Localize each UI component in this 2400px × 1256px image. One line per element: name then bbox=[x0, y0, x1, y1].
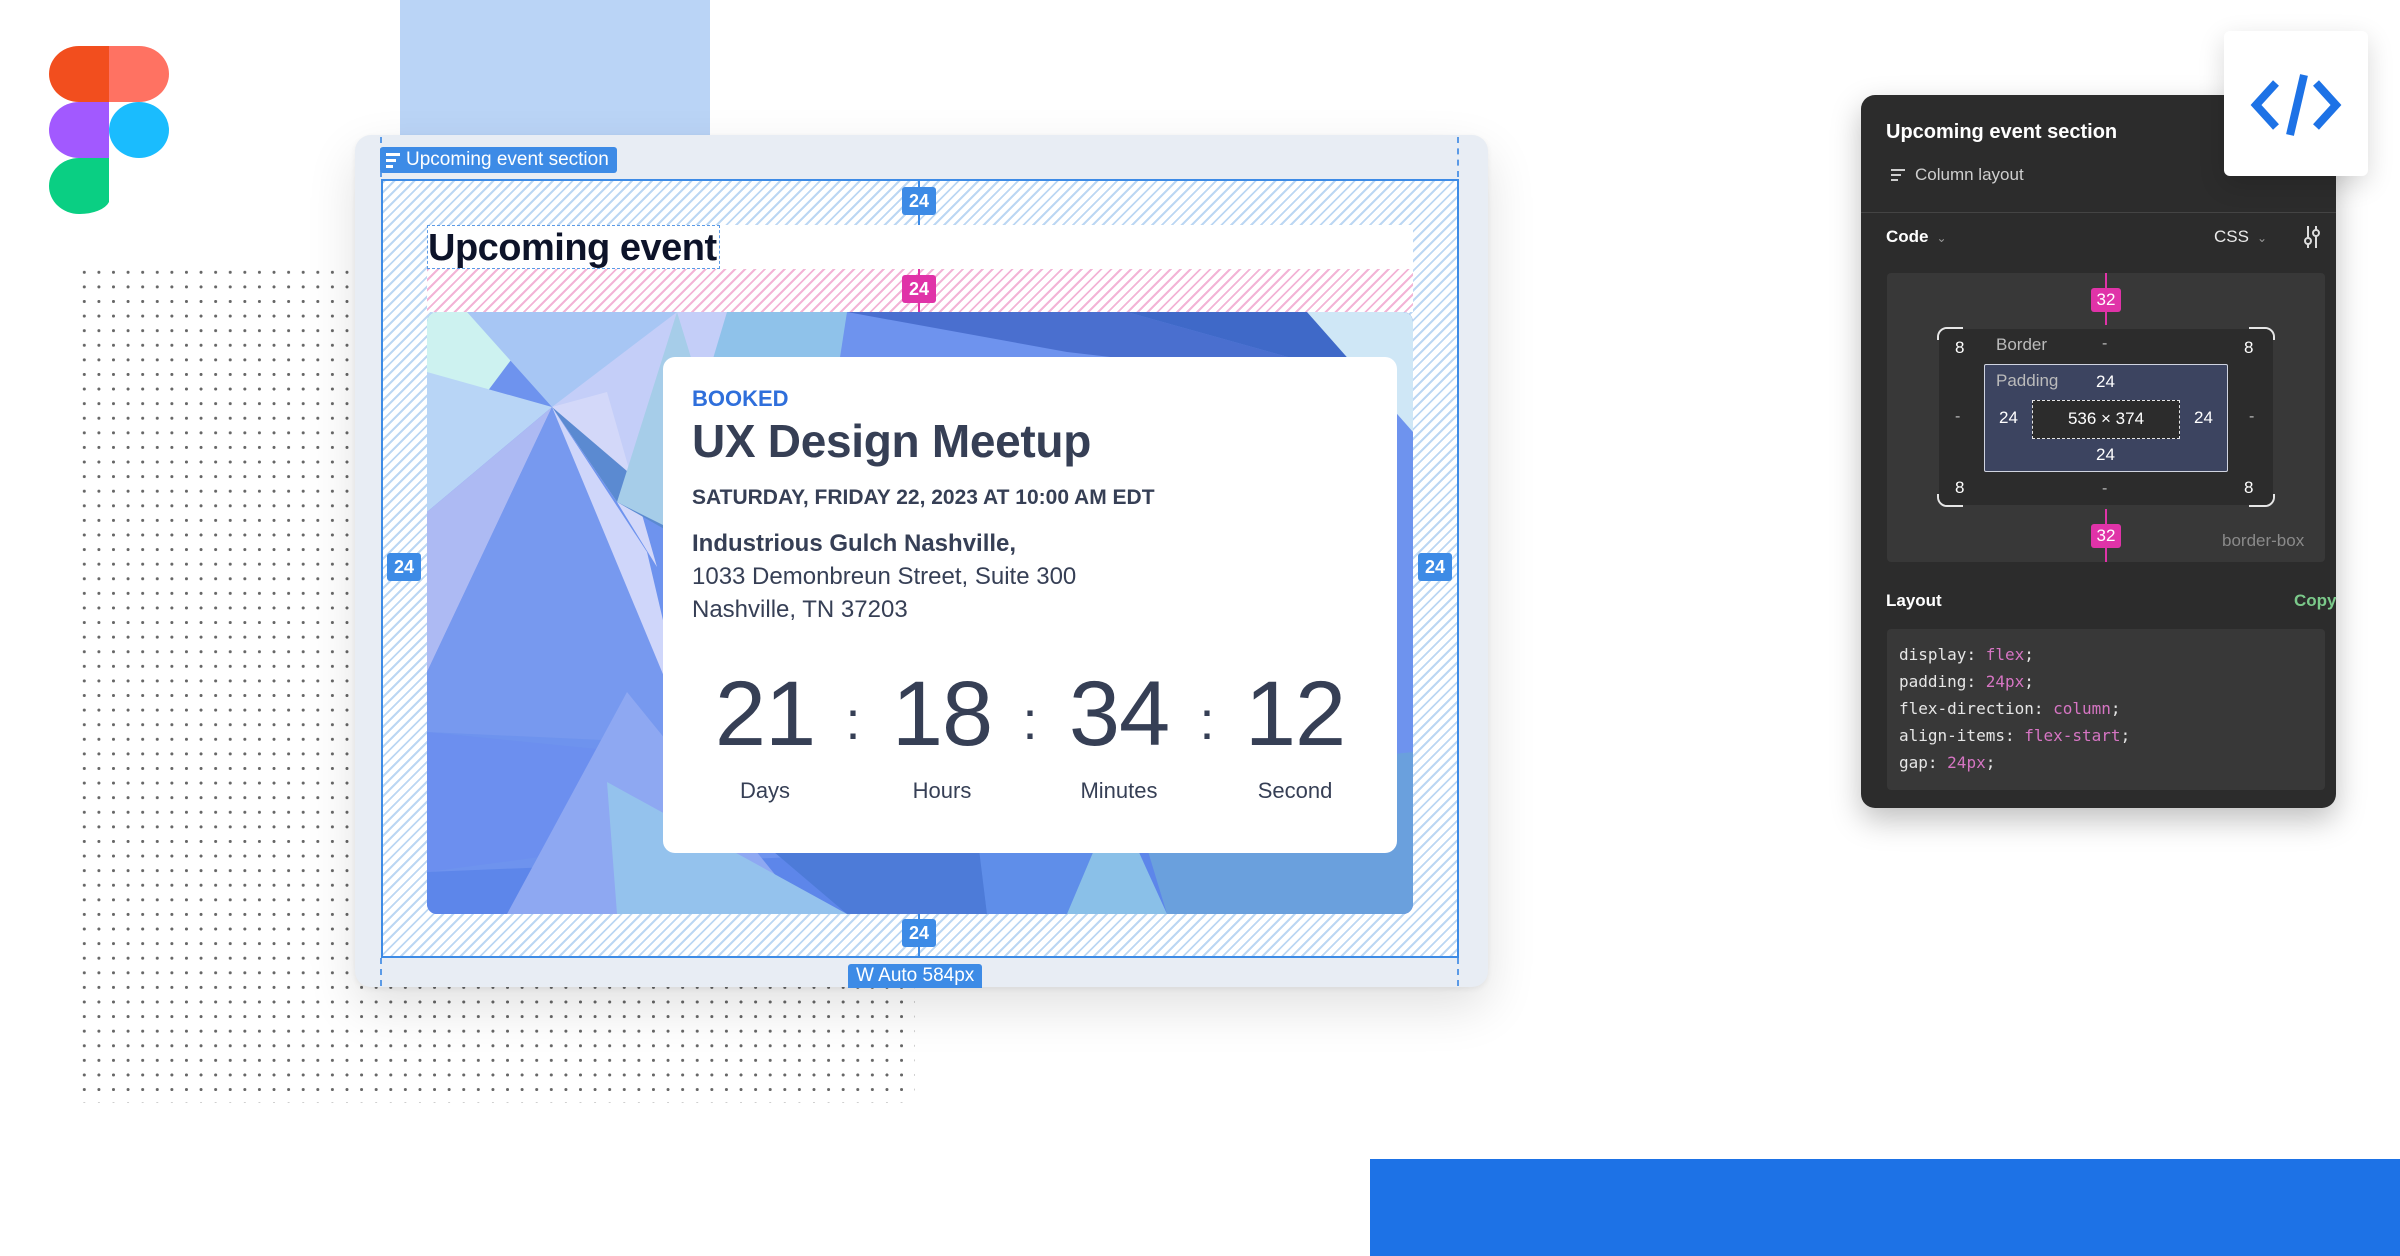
decorative-blue-bar bbox=[1370, 1159, 2400, 1256]
countdown-hours-value: 18 bbox=[891, 663, 993, 765]
radius-top-left: 8 bbox=[1955, 338, 1965, 357]
panel-divider bbox=[1861, 212, 2336, 213]
countdown-separator: : bbox=[1022, 691, 1038, 751]
chevron-down-icon: ⌄ bbox=[1936, 231, 1947, 245]
section-label-text: Upcoming event section bbox=[406, 149, 609, 170]
border-left-value: - bbox=[1955, 408, 1961, 425]
padding-bottom-badge: 24 bbox=[902, 919, 936, 947]
padding-bottom-value: 24 bbox=[2096, 445, 2115, 464]
box-sizing-label: border-box bbox=[2222, 531, 2305, 550]
css-line: display: flex; bbox=[1899, 645, 2034, 664]
event-datetime: SATURDAY, FRIDAY 22, 2023 AT 10:00 AM ED… bbox=[692, 486, 1155, 509]
code-dropdown[interactable]: Code ⌄ bbox=[1886, 227, 1947, 247]
layout-type-label: Column layout bbox=[1915, 165, 2024, 184]
dev-mode-tile bbox=[2224, 31, 2368, 176]
css-line: padding: 24px; bbox=[1899, 672, 2034, 691]
language-label: CSS bbox=[2214, 227, 2249, 246]
content-size: 536 × 374 bbox=[2032, 400, 2180, 439]
countdown-days-value: 21 bbox=[714, 663, 816, 765]
css-line: align-items: flex-start; bbox=[1899, 726, 2131, 745]
chevron-down-icon: ⌄ bbox=[2256, 231, 2268, 245]
section-heading[interactable]: Upcoming event bbox=[427, 225, 720, 269]
countdown-days-label: Days bbox=[739, 778, 791, 803]
countdown-separator: : bbox=[845, 691, 861, 751]
countdown-seconds-label: Second bbox=[1257, 778, 1333, 803]
code-brackets-icon bbox=[2250, 74, 2342, 136]
margin-bottom-value: 32 bbox=[2091, 524, 2121, 548]
border-bottom-value: - bbox=[2102, 480, 2108, 497]
event-venue: Industrious Gulch Nashville, bbox=[692, 530, 1017, 557]
padding-top-value: 24 bbox=[2096, 372, 2115, 391]
radius-top-right: 8 bbox=[2244, 338, 2254, 357]
padding-left-value: 24 bbox=[1999, 408, 2018, 427]
figma-logo-icon bbox=[49, 46, 169, 215]
column-layout-icon bbox=[386, 152, 400, 168]
width-label: W Auto 584px bbox=[848, 964, 983, 988]
border-top-value: - bbox=[2102, 335, 2108, 352]
event-address-line1: 1033 Demonbreun Street, Suite 300 bbox=[692, 563, 1077, 590]
padding-top-badge: 24 bbox=[902, 187, 936, 215]
border-label: Border bbox=[1996, 335, 2048, 354]
countdown-hours-label: Hours bbox=[912, 778, 972, 803]
column-layout-icon bbox=[1891, 169, 1905, 181]
padding-label: Padding bbox=[1996, 371, 2059, 390]
css-line: gap: 24px; bbox=[1899, 753, 1996, 772]
booking-status: BOOKED bbox=[692, 386, 789, 411]
event-address-line2: Nashville, TN 37203 bbox=[692, 596, 908, 623]
language-dropdown[interactable]: CSS ⌄ bbox=[2214, 227, 2267, 247]
gap-badge: 24 bbox=[902, 275, 936, 303]
layout-heading: Layout bbox=[1886, 591, 1942, 610]
settings-sliders-icon[interactable] bbox=[2302, 224, 2322, 250]
countdown-minutes-label: Minutes bbox=[1080, 778, 1158, 803]
panel-title: Upcoming event section bbox=[1886, 121, 2118, 143]
decorative-blue-block bbox=[400, 0, 710, 135]
guide-line bbox=[1457, 958, 1459, 986]
event-title: UX Design Meetup bbox=[692, 415, 1092, 467]
padding-left-badge: 24 bbox=[387, 553, 421, 581]
code-label: Code bbox=[1886, 227, 1929, 246]
countdown-seconds-value: 12 bbox=[1244, 663, 1346, 765]
margin-top-value: 32 bbox=[2091, 288, 2121, 312]
guide-line bbox=[380, 958, 382, 986]
padding-right-value: 24 bbox=[2194, 408, 2213, 427]
padding-right-badge: 24 bbox=[1418, 553, 1452, 581]
guide-line bbox=[1457, 137, 1459, 177]
section-layer-label[interactable]: Upcoming event section bbox=[380, 147, 617, 173]
border-right-value: - bbox=[2249, 408, 2255, 425]
radius-bottom-right: 8 bbox=[2244, 478, 2254, 497]
countdown-minutes-value: 34 bbox=[1068, 663, 1170, 765]
countdown-separator: : bbox=[1199, 691, 1215, 751]
layout-type: Column layout bbox=[1891, 165, 2024, 185]
radius-bottom-left: 8 bbox=[1955, 478, 1965, 497]
copy-button[interactable]: Copy bbox=[2294, 591, 2337, 611]
css-line: flex-direction: column; bbox=[1899, 699, 2121, 718]
